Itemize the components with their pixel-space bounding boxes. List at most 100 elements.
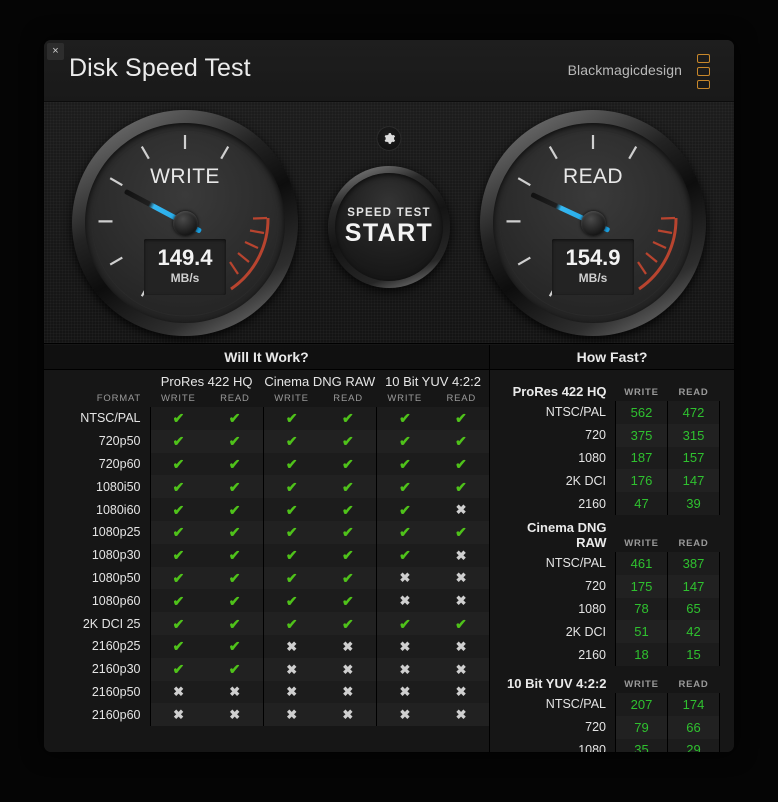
unsupported-cross-icon: ✖ (433, 589, 491, 613)
unsupported-cross-icon: ✖ (262, 680, 320, 704)
format-label: 720p50 (44, 429, 150, 453)
unsupported-cross-icon: ✖ (375, 680, 433, 704)
unsupported-cross-icon: ✖ (375, 566, 433, 590)
how-fast-group: 10 Bit YUV 4:2:2 WRITE READ NTSC/PAL 207 174 7… (500, 671, 720, 752)
close-button[interactable]: × (47, 43, 64, 60)
supported-check-icon: ✔ (375, 475, 433, 499)
format-label: 2160p60 (44, 703, 150, 727)
how-fast-write-value: 78 (615, 597, 668, 621)
supported-check-icon: ✔ (149, 589, 207, 613)
unsupported-cross-icon: ✖ (375, 634, 433, 658)
supported-check-icon: ✔ (206, 589, 264, 613)
supported-check-icon: ✔ (375, 498, 433, 521)
supported-check-icon: ✔ (206, 498, 264, 521)
will-it-work-body: NTSC/PAL ✔ ✔ ✔ ✔ ✔ ✔ 720p50 ✔ ✔ ✔ ✔ ✔ ✔ 720p60 ✔ ✔ ✔ ✔ ✔ ✔ 10… (44, 407, 491, 727)
table-row: 720 175 147 (500, 574, 720, 598)
supported-check-icon: ✔ (319, 612, 377, 635)
how-fast-row-label: 720 (500, 574, 616, 598)
how-fast-panel: How Fast? ProRes 422 HQ WRITE READ NTSC/PAL… (490, 345, 734, 752)
how-fast-write-value: 375 (615, 423, 668, 447)
page-title: Disk Speed Test (69, 54, 251, 82)
format-label: 2160p30 (44, 657, 150, 681)
format-label: 720p60 (44, 452, 150, 476)
how-fast-row-label: NTSC/PAL (500, 401, 616, 424)
unsupported-cross-icon: ✖ (433, 543, 491, 567)
how-fast-group: Cinema DNG RAW WRITE READ NTSC/PAL 461 387 720… (500, 520, 720, 666)
supported-check-icon: ✔ (319, 452, 377, 476)
supported-check-icon: ✔ (149, 520, 207, 544)
column-header-prores-write: WRITE (160, 393, 196, 404)
how-fast-title: How Fast? (490, 345, 734, 370)
supported-check-icon: ✔ (433, 429, 491, 453)
how-fast-write-value: 187 (615, 446, 668, 470)
how-fast-read-value: 66 (667, 715, 720, 739)
group-header-cinemadng: Cinema DNG RAW (264, 374, 376, 389)
column-header-cinemadng-read: READ (333, 393, 363, 404)
blackmagic-logo-icon (697, 54, 714, 89)
speed-test-start-button[interactable]: SPEED TEST START (328, 166, 450, 288)
read-value: 154.9 (565, 245, 621, 270)
format-label: 1080p60 (44, 589, 150, 613)
unsupported-cross-icon: ✖ (433, 680, 491, 704)
settings-button[interactable] (376, 126, 402, 151)
how-fast-write-value: 18 (615, 643, 668, 666)
group-header-prores: ProRes 422 HQ (160, 374, 253, 389)
supported-check-icon: ✔ (206, 634, 264, 658)
how-fast-read-value: 39 (667, 492, 720, 515)
supported-check-icon: ✔ (319, 498, 377, 521)
unsupported-cross-icon: ✖ (433, 634, 491, 658)
unsupported-cross-icon: ✖ (149, 703, 207, 727)
unsupported-cross-icon: ✖ (262, 634, 320, 658)
how-fast-column-header: WRITE (624, 678, 659, 690)
table-row: 2160p60 ✖ ✖ ✖ ✖ ✖ ✖ (44, 703, 491, 727)
supported-check-icon: ✔ (319, 589, 377, 613)
read-gauge: READ 154.9 MB/s (480, 110, 706, 336)
supported-check-icon: ✔ (206, 566, 264, 590)
how-fast-read-value: 315 (667, 423, 720, 447)
unsupported-cross-icon: ✖ (433, 657, 491, 681)
how-fast-column-header: READ (678, 387, 709, 398)
how-fast-write-value: 207 (615, 692, 668, 716)
how-fast-write-value: 175 (615, 574, 668, 598)
format-label: 2160p50 (44, 680, 150, 704)
supported-check-icon: ✔ (433, 407, 491, 430)
supported-check-icon: ✔ (433, 520, 491, 544)
how-fast-read-value: 174 (667, 692, 720, 716)
table-row: 1080i50 ✔ ✔ ✔ ✔ ✔ ✔ (44, 475, 491, 499)
will-it-work-title: Will It Work? (44, 345, 489, 370)
supported-check-icon: ✔ (319, 543, 377, 567)
how-fast-column-header: WRITE (624, 387, 659, 398)
how-fast-row-label: 1080 (500, 597, 616, 621)
how-fast-group: ProRes 422 HQ WRITE READ NTSC/PAL 562 472 720 3… (500, 379, 720, 515)
supported-check-icon: ✔ (319, 475, 377, 499)
read-unit: MB/s (578, 271, 608, 285)
supported-check-icon: ✔ (433, 452, 491, 476)
table-row: 1080p30 ✔ ✔ ✔ ✔ ✔ ✖ (44, 543, 491, 567)
how-fast-group-title: Cinema DNG RAW (527, 519, 607, 550)
table-row: 1080i60 ✔ ✔ ✔ ✔ ✔ ✖ (44, 498, 491, 521)
unsupported-cross-icon: ✖ (433, 566, 491, 590)
supported-check-icon: ✔ (319, 566, 377, 590)
column-header-yuv-write: WRITE (387, 393, 422, 404)
column-header-prores-read: READ (220, 393, 250, 404)
how-fast-row-label: 2K DCI (500, 469, 616, 493)
unsupported-cross-icon: ✖ (375, 703, 433, 727)
how-fast-write-value: 51 (615, 620, 668, 644)
how-fast-write-value: 47 (615, 492, 668, 515)
format-label: 1080p30 (44, 543, 150, 567)
how-fast-column-header: READ (678, 678, 709, 690)
supported-check-icon: ✔ (262, 452, 320, 476)
write-unit: MB/s (170, 271, 200, 285)
supported-check-icon: ✔ (319, 520, 377, 544)
how-fast-groups: ProRes 422 HQ WRITE READ NTSC/PAL 562 472 720 3… (490, 370, 734, 752)
how-fast-row-label: 720 (500, 715, 616, 739)
start-button-main-label: START (344, 219, 434, 247)
read-gauge-label: READ (563, 165, 623, 188)
group-header-yuv: 10 Bit YUV 4:2:2 (385, 374, 481, 389)
table-row: NTSC/PAL 562 472 (500, 401, 720, 424)
how-fast-read-value: 147 (667, 469, 720, 493)
format-label: 1080p50 (44, 566, 150, 590)
table-row: 2160 47 39 (500, 492, 720, 515)
how-fast-column-header: WRITE (624, 537, 659, 549)
column-header-yuv-read: READ (446, 393, 477, 404)
